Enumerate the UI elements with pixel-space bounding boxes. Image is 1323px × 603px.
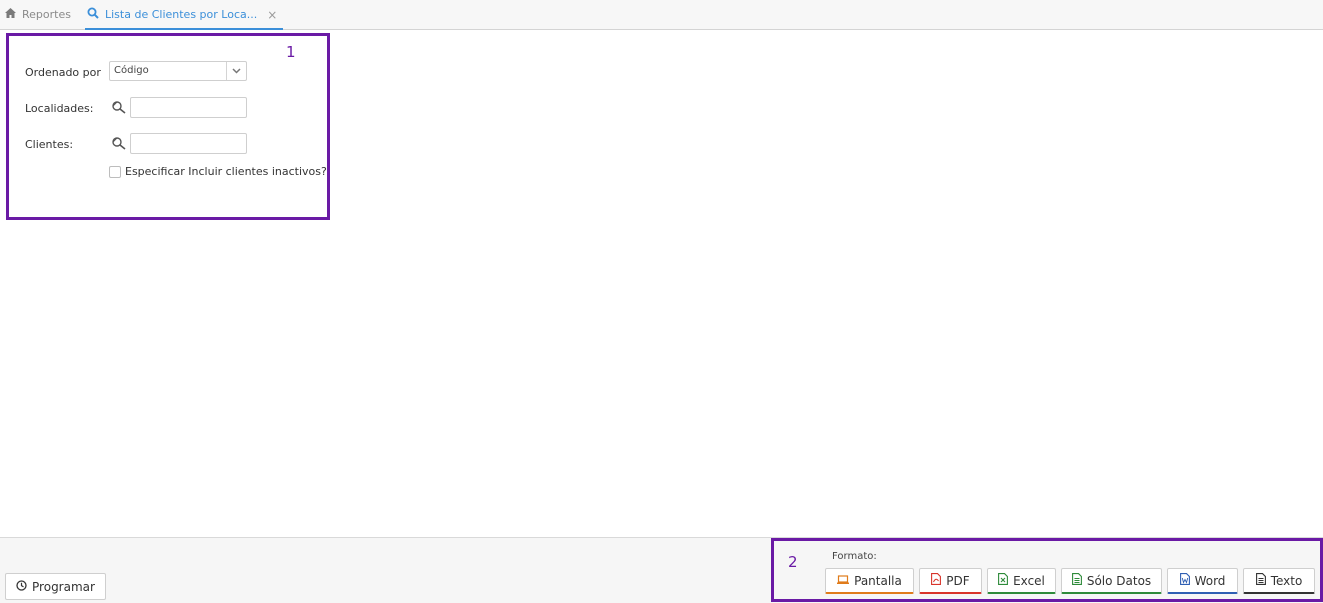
localidades-input[interactable] [130,97,247,118]
inactive-clients-option: Especificar Incluir clientes inactivos? [109,165,327,178]
word-label: Word [1194,573,1226,588]
clock-icon [16,579,27,594]
clientes-input[interactable] [130,133,247,154]
home-icon [5,8,16,21]
clientes-search [109,133,247,154]
formato-label: Formato: [832,551,877,562]
tab-lista-clientes[interactable]: Lista de Clientes por Loca... × [84,0,284,30]
tab-label: Lista de Clientes por Loca... [105,8,258,21]
tab-label: Reportes [22,8,71,21]
excel-button[interactable]: Excel [987,568,1056,594]
pantalla-button[interactable]: Pantalla [825,568,914,594]
monitor-icon [837,574,850,588]
order-select[interactable]: Código [109,61,247,81]
close-icon[interactable]: × [267,8,277,22]
programar-button[interactable]: Programar [5,573,106,600]
texto-label: Texto [1270,573,1303,588]
chevron-down-icon[interactable] [226,62,246,80]
solo-datos-label: Sólo Datos [1086,573,1152,588]
search-icon [87,7,99,22]
lookup-icon[interactable] [111,136,127,154]
excel-icon [998,573,1009,588]
annotation-number-1: 1 [286,43,296,61]
pantalla-label: Pantalla [854,573,902,588]
pdf-button[interactable]: PDF [919,568,982,594]
pdf-icon [931,573,942,588]
annotation-number-2: 2 [788,553,798,571]
data-file-icon [1071,573,1082,588]
order-select-value: Código [114,65,149,76]
tab-bar: Reportes Lista de Clientes por Loca... × [0,0,1323,30]
word-icon [1179,573,1190,588]
word-button[interactable]: Word [1167,568,1238,594]
order-label: Ordenado por [25,66,101,79]
tab-reportes[interactable]: Reportes [5,0,71,29]
text-file-icon [1255,573,1266,588]
programar-label: Programar [32,579,95,594]
lookup-icon[interactable] [111,100,127,118]
texto-button[interactable]: Texto [1243,568,1315,594]
solo-datos-button[interactable]: Sólo Datos [1061,568,1162,594]
localidades-label: Localidades: [25,102,94,115]
inactive-clients-label: Especificar Incluir clientes inactivos? [125,165,327,178]
clientes-label: Clientes: [25,138,74,151]
pdf-label: PDF [946,573,970,588]
excel-label: Excel [1013,573,1045,588]
inactive-clients-checkbox[interactable] [109,165,121,178]
localidades-search [109,97,247,118]
